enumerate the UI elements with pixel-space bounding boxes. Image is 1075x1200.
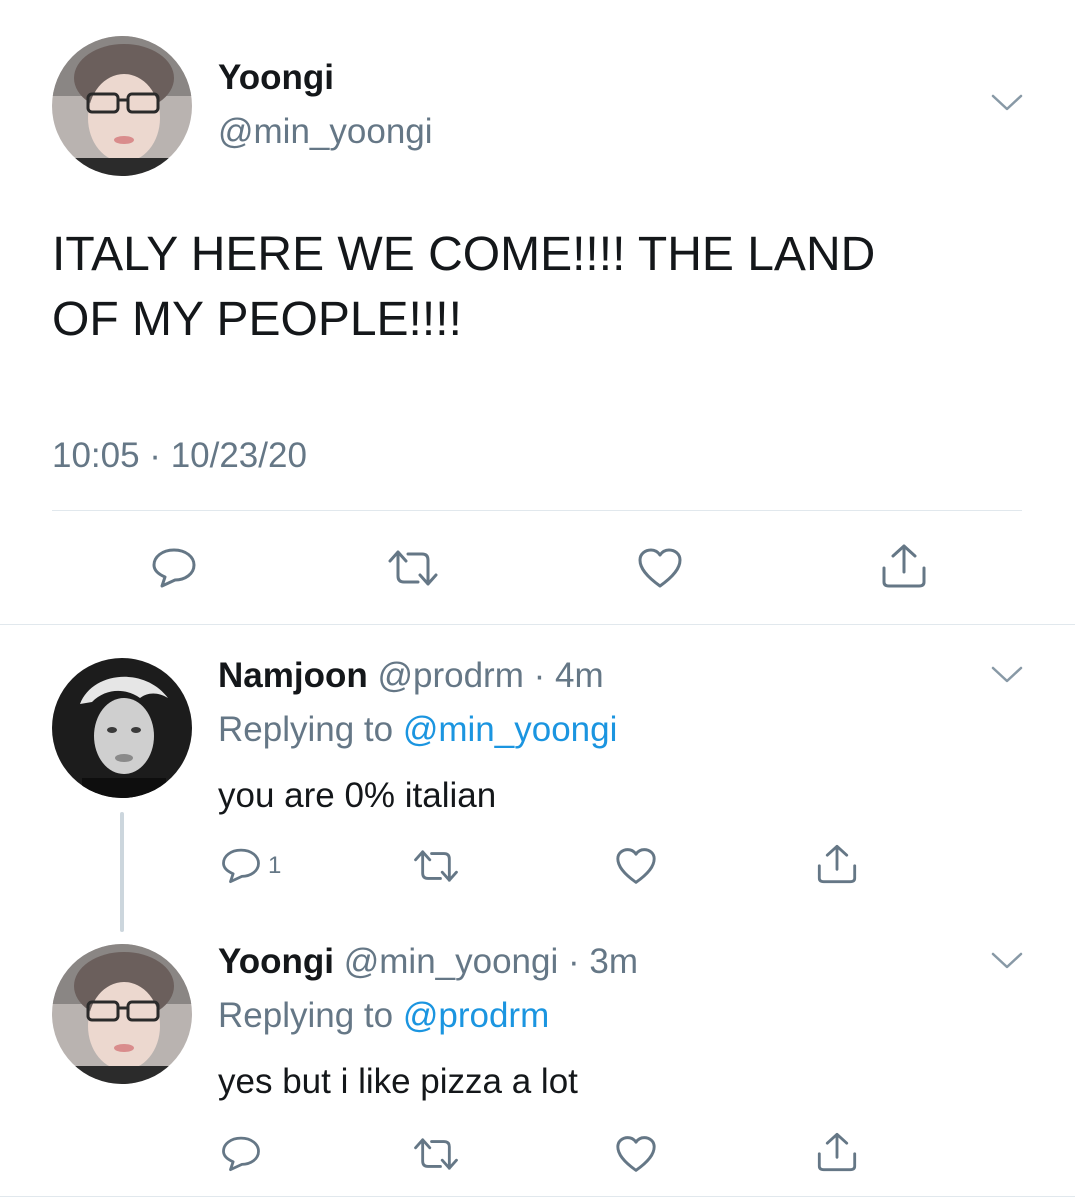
divider (0, 624, 1075, 625)
reply-author-name[interactable]: Namjoon (218, 656, 368, 695)
reply-text: yes but i like pizza a lot (218, 1062, 578, 1101)
reply-author-name[interactable]: Yoongi (218, 942, 334, 981)
like-icon[interactable] (614, 846, 658, 886)
reply-author-avatar[interactable] (52, 658, 192, 798)
reply-header: Yoongi @min_yoongi · 3m (218, 942, 638, 982)
chevron-down-icon[interactable] (990, 950, 1024, 972)
reply-time[interactable]: · 4m (534, 656, 604, 695)
author-avatar[interactable] (52, 36, 192, 176)
retweet-icon[interactable] (412, 1136, 460, 1172)
replying-to-label: Replying to (218, 996, 394, 1035)
share-icon[interactable] (814, 1130, 860, 1174)
reply-icon[interactable] (150, 546, 198, 588)
replying-to: Replying to @min_yoongi (218, 710, 617, 750)
replying-to-label: Replying to (218, 710, 394, 749)
like-icon[interactable] (636, 546, 684, 590)
replying-to-link[interactable]: @min_yoongi (403, 710, 618, 749)
divider (52, 510, 1022, 511)
share-icon[interactable] (814, 842, 860, 886)
tweet-text-line: ITALY HERE WE COME!!!! THE LAND (52, 228, 876, 281)
reply-text: you are 0% italian (218, 776, 497, 815)
retweet-icon[interactable] (412, 848, 460, 884)
replying-to: Replying to @prodrm (218, 996, 549, 1036)
tweet-text-line: OF MY PEOPLE!!!! (52, 293, 462, 346)
share-icon[interactable] (878, 542, 930, 590)
author-handle[interactable]: @min_yoongi (218, 112, 433, 152)
reply-time[interactable]: · 3m (568, 942, 638, 981)
reply-icon[interactable] (220, 1134, 262, 1172)
chevron-down-icon[interactable] (990, 664, 1024, 686)
retweet-icon[interactable] (386, 548, 440, 588)
divider (0, 1196, 1075, 1197)
reply-author-handle[interactable]: @min_yoongi (344, 942, 559, 981)
reply-count: 1 (268, 852, 282, 879)
reply-icon[interactable] (220, 846, 262, 884)
tweet-timestamp[interactable]: 10:05 · 10/23/20 (52, 436, 307, 476)
chevron-down-icon[interactable] (990, 92, 1024, 114)
reply-author-avatar[interactable] (52, 944, 192, 1084)
thread-line (120, 812, 124, 932)
reply-author-handle[interactable]: @prodrm (377, 656, 523, 695)
reply-header: Namjoon @prodrm · 4m (218, 656, 604, 696)
like-icon[interactable] (614, 1134, 658, 1174)
author-name[interactable]: Yoongi (218, 58, 334, 98)
tweet-text: ITALY HERE WE COME!!!! THE LAND OF MY PE… (52, 222, 875, 352)
replying-to-link[interactable]: @prodrm (403, 996, 549, 1035)
